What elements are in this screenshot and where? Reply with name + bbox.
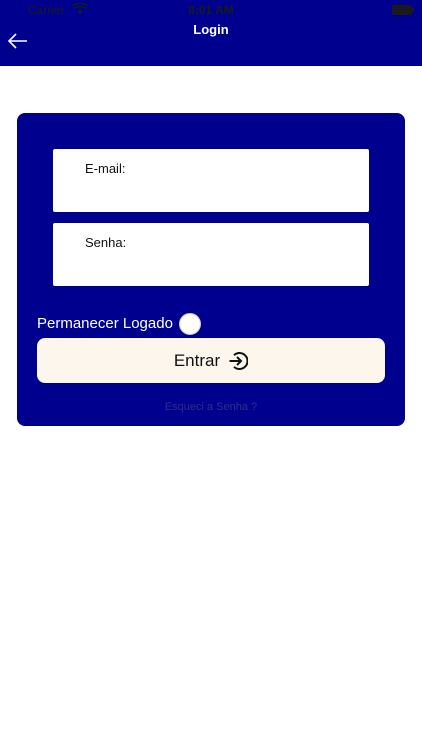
remember-row: Permanecer Logado — [37, 313, 237, 335]
remember-toggle[interactable] — [179, 313, 201, 335]
login-arrow-circle-icon — [229, 351, 249, 370]
password-label: Senha: — [85, 235, 127, 250]
page-title: Login — [193, 22, 229, 37]
enter-button-label: Entrar — [173, 350, 221, 370]
login-card: E-mail: Senha: Permanecer Logado Entrar … — [17, 113, 405, 426]
status-time: 8:01 AM — [188, 3, 234, 17]
status-bar: Carrier 8:01 AM — [0, 0, 422, 20]
battery-icon — [392, 5, 414, 15]
enter-button[interactable]: Entrar — [37, 338, 385, 383]
password-field[interactable]: Senha: — [53, 223, 369, 286]
email-input[interactable] — [85, 181, 359, 205]
password-input[interactable] — [85, 255, 359, 279]
header: Carrier 8:01 AM Login — [0, 0, 422, 66]
remember-label: Permanecer Logado — [37, 315, 173, 332]
email-label: E-mail: — [85, 161, 126, 176]
forgot-password-link[interactable]: Esqueci a Senha ? — [17, 401, 405, 413]
email-field[interactable]: E-mail: — [53, 149, 369, 212]
